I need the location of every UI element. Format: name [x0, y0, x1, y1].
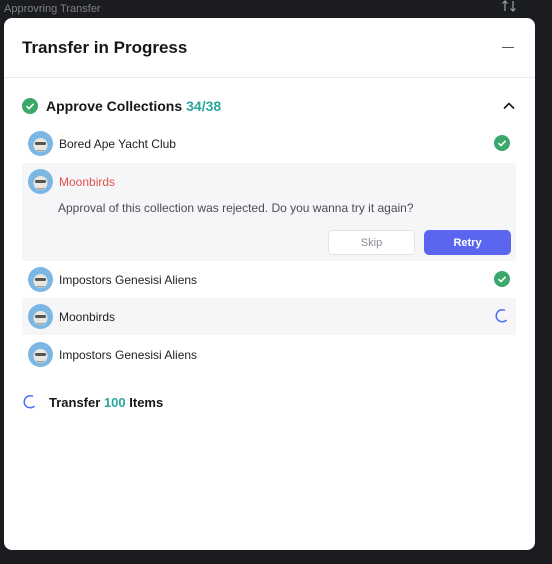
minus-icon — [502, 46, 514, 49]
panel-title: Transfer in Progress — [22, 37, 188, 57]
retry-button[interactable]: Retry — [424, 230, 511, 255]
check-circle-icon — [494, 135, 510, 151]
collection-row[interactable]: Moonbirds — [22, 298, 516, 335]
collection-row[interactable]: Impostors Genesisi Aliens — [22, 261, 516, 298]
approve-collections-header[interactable]: Approve Collections 34/38 — [22, 96, 518, 116]
panel-header: Transfer in Progress — [4, 18, 535, 78]
minimize-button[interactable] — [501, 38, 515, 58]
loading-spinner-icon — [495, 309, 508, 323]
transfer-count: 100 — [103, 394, 126, 410]
collection-name: Impostors Genesisi Aliens — [59, 347, 198, 362]
loading-spinner-icon — [23, 395, 36, 409]
collection-name: Bored Ape Yacht Club — [59, 136, 176, 151]
collection-row[interactable]: Bored Ape Yacht Club — [22, 125, 516, 162]
window-title: Approvring Transfer — [4, 3, 101, 15]
transfer-status: Transfer 100 Items — [22, 392, 163, 412]
check-circle-icon — [494, 271, 510, 287]
chevron-up-icon[interactable] — [502, 99, 516, 113]
collection-row[interactable]: Moonbirds — [22, 163, 516, 200]
rejection-message: Approval of this collection was rejected… — [58, 201, 414, 215]
transfer-label: Transfer 100 Items — [49, 394, 164, 410]
avatar — [28, 304, 53, 329]
check-circle-icon — [22, 98, 38, 114]
avatar — [28, 169, 53, 194]
collection-row[interactable]: Impostors Genesisi Aliens — [22, 336, 516, 373]
collection-name: Impostors Genesisi Aliens — [59, 272, 198, 287]
section-title: Approve Collections 34/38 — [46, 98, 222, 114]
transfer-panel: Transfer in Progress Approve Collections… — [4, 18, 535, 550]
avatar — [28, 267, 53, 292]
section-count: 34/38 — [186, 98, 222, 114]
skip-button[interactable]: Skip — [328, 230, 415, 255]
avatar — [28, 131, 53, 156]
rejected-collection-panel: Moonbirds Approval of this collection wa… — [22, 163, 516, 261]
collection-name: Moonbirds — [59, 309, 116, 324]
sort-arrows-icon[interactable] — [500, 0, 520, 12]
avatar — [28, 342, 53, 367]
collection-name: Moonbirds — [59, 174, 116, 189]
